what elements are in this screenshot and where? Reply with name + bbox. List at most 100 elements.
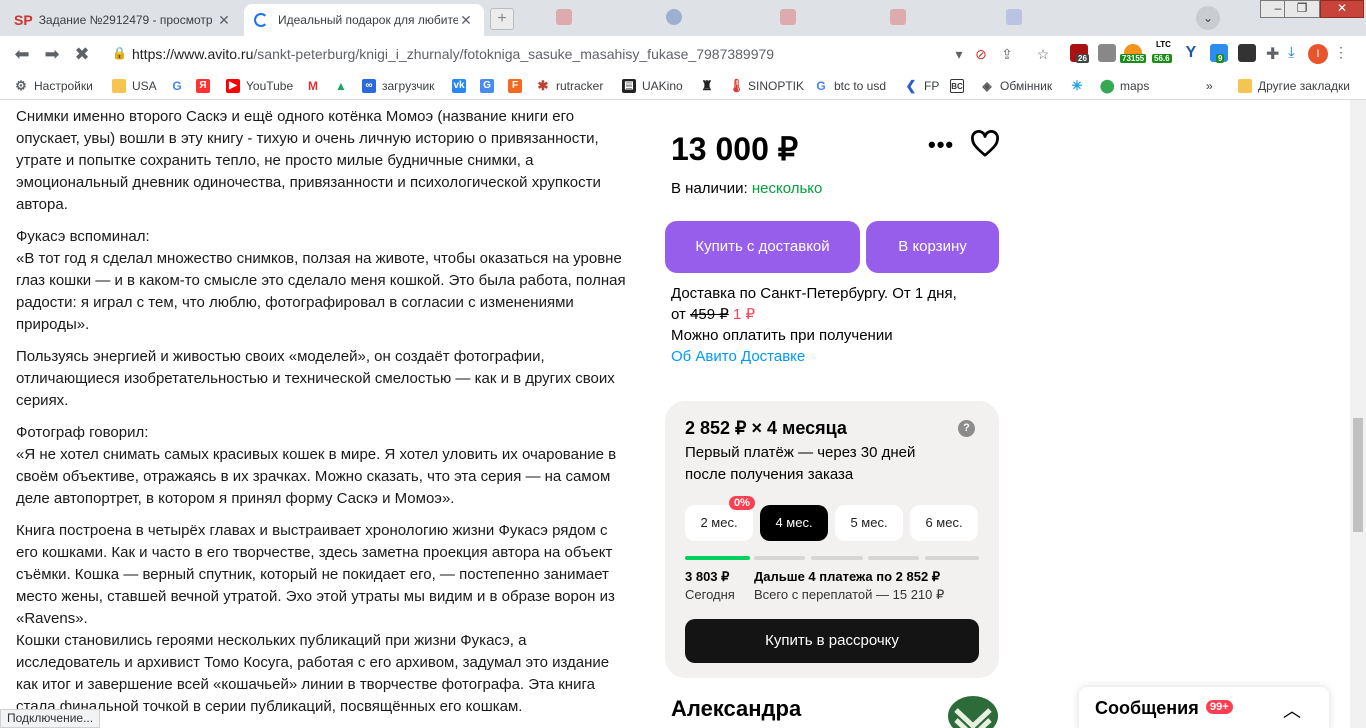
bookmark-gmail[interactable]: M <box>306 78 326 94</box>
tab-strip: SP Задание №2912479 - просмотр за ✕ Идеа… <box>0 0 1366 36</box>
bookmark-uakino[interactable]: ▤ UAKino <box>622 78 683 94</box>
tab-close-icon[interactable]: ✕ <box>216 12 232 29</box>
bookmark-settings[interactable]: ⚙ Настройки <box>14 78 93 94</box>
terminal-icon[interactable] <box>1238 44 1256 62</box>
bookmark-bc[interactable]: BC <box>950 78 970 94</box>
messages-panel[interactable]: Сообщения 99+ ︿ <box>1079 687 1329 728</box>
installment-card: 2 852 ₽ × 4 месяца ? Первый платёж — чер… <box>665 401 999 678</box>
share-icon[interactable]: ⇪ <box>998 46 1016 63</box>
close-window-button[interactable]: ✕ <box>1320 0 1364 18</box>
bookmark-yandex[interactable]: Я <box>196 78 216 94</box>
bookmarks-overflow-button[interactable]: » <box>1206 78 1213 94</box>
maximize-button[interactable]: ❐ <box>1284 0 1320 18</box>
tab-favicon-icon[interactable] <box>1006 9 1022 25</box>
back-button[interactable]: ⬅ <box>10 42 34 66</box>
term-option-4[interactable]: 4 мес. <box>760 505 828 541</box>
bookmark-loader[interactable]: ∞ загрузчик <box>362 78 434 94</box>
bookmark-usa[interactable]: USA <box>112 78 157 94</box>
status-bar: Подключение... <box>0 709 101 728</box>
tab-title: Идеальный подарок для любител <box>278 13 458 27</box>
tab-title: Задание №2912479 - просмотр за <box>38 13 216 27</box>
bookmark-fp[interactable]: ❮ FP <box>904 78 940 94</box>
scrollbar-thumb[interactable] <box>1353 418 1363 532</box>
tab-favicon-icon[interactable] <box>666 9 682 25</box>
bookmark-bottle[interactable]: ♜ <box>700 78 720 94</box>
description-paragraph: Кошки становились героями нескольких пуб… <box>16 632 610 715</box>
download-icon[interactable]: ⤓ <box>1288 44 1306 62</box>
forward-button[interactable]: ➡ <box>40 42 64 66</box>
page-content: Снимки именно второго Саскэ и ещё одного… <box>0 100 1350 728</box>
puzzle-icon[interactable]: ✚ <box>1266 44 1284 63</box>
tab-avito[interactable]: Идеальный подарок для любител ✕ <box>244 4 484 36</box>
address-bar[interactable]: 🔒 https://www.avito.ru/sankt-peterburg/k… <box>100 40 1064 68</box>
today-amount: 3 803 ₽ <box>685 569 730 584</box>
bookmark-translate[interactable]: G <box>480 78 500 94</box>
seller-name[interactable]: Александра <box>671 696 801 722</box>
bookmark-google[interactable]: G <box>170 78 190 94</box>
bookmark-vk[interactable]: vk <box>452 78 472 94</box>
term-option-5[interactable]: 5 мес. <box>835 505 903 541</box>
sp-favicon-icon: SP <box>14 12 33 28</box>
help-icon[interactable]: ? <box>958 420 975 437</box>
bookmark-f[interactable]: F <box>508 78 528 94</box>
more-options-icon[interactable]: ••• <box>928 132 954 158</box>
browser-toolbar: ⬅ ➡ ✖ 🔒 https://www.avito.ru/sankt-peter… <box>0 36 1366 72</box>
bookmark-other[interactable]: Другие закладки <box>1238 78 1350 94</box>
installment-title: 2 852 ₽ × 4 месяца <box>685 418 847 438</box>
installment-subtitle: Первый платёж — через 30 дней после полу… <box>685 444 916 483</box>
litecoin-icon[interactable]: LTC 56.6 <box>1152 40 1172 63</box>
tab-favicon-icon[interactable] <box>780 9 796 25</box>
favorite-heart-icon[interactable] <box>970 130 1000 158</box>
bookmark-youtube[interactable]: ▶ YouTube <box>226 78 293 94</box>
bookmark-exchange[interactable]: ◈ Обмінник <box>980 78 1052 94</box>
chevron-up-icon[interactable]: ︿ <box>1283 697 1301 723</box>
item-description: Снимки именно второго Саскэ и ещё одного… <box>16 106 626 728</box>
add-to-cart-button[interactable]: В корзину <box>866 221 999 273</box>
term-option-2[interactable]: 2 мес. <box>685 505 753 541</box>
bookmark-drive[interactable]: ▲ <box>334 78 354 94</box>
tab-task[interactable]: SP Задание №2912479 - просмотр за ✕ <box>4 4 242 36</box>
bookmark-btc-to-usd[interactable]: Gbtc to usd <box>814 78 886 94</box>
menu-icon[interactable]: ⋮ <box>1334 44 1352 62</box>
folder-icon <box>112 79 126 93</box>
stop-button[interactable]: ✖ <box>70 42 94 66</box>
profile-avatar[interactable]: I <box>1308 44 1328 64</box>
seller-avatar[interactable] <box>948 696 998 728</box>
description-paragraph: Пользуясь энергией и живостью своих «мод… <box>16 348 615 409</box>
dropdown-icon[interactable]: ▾ <box>950 46 968 63</box>
loader-icon: ∞ <box>362 79 376 93</box>
tab-favicon-icon[interactable] <box>890 9 906 25</box>
buy-with-delivery-button[interactable]: Купить с доставкой <box>665 221 860 273</box>
bottle-icon: ♜ <box>701 78 713 93</box>
buy-installment-button[interactable]: Купить в рассрочку <box>685 619 979 663</box>
about-delivery-link[interactable]: Об Авито Доставке <box>671 346 1001 367</box>
messages-title: Сообщения <box>1095 698 1199 718</box>
description-paragraph: Фукасэ вспоминал: «В тот год я сделал мно… <box>16 228 626 333</box>
bookmark-star-icon[interactable]: ☆ <box>1034 46 1052 63</box>
y-extension-icon[interactable]: Y <box>1182 44 1200 62</box>
tab-search-icon[interactable]: ⌄ <box>1196 6 1220 30</box>
url-text[interactable]: https://www.avito.ru/sankt-peterburg/kni… <box>132 46 774 62</box>
bookmark-sinoptik[interactable]: 🌡 SINOPTIK <box>728 78 804 94</box>
tab-close-icon[interactable]: ✕ <box>458 12 474 29</box>
exchange-icon: ◈ <box>982 79 992 93</box>
lock-icon[interactable]: 🔒 <box>112 46 127 60</box>
page-scrollbar[interactable] <box>1350 100 1366 728</box>
bookmark-star[interactable]: ✳ <box>1070 78 1090 94</box>
extension-icon[interactable]: 9 <box>1210 44 1228 63</box>
extension-icon[interactable] <box>1098 44 1116 62</box>
bookmark-maps[interactable]: ⬤ maps <box>1100 78 1149 94</box>
bitcoin-icon[interactable]: 73155 <box>1120 44 1147 63</box>
blocked-icon[interactable]: ⊘ <box>972 46 990 63</box>
bookmark-rutracker[interactable]: ✱ rutracker <box>536 78 604 94</box>
maps-icon: ⬤ <box>1100 78 1115 93</box>
new-tab-button[interactable]: + <box>490 8 514 30</box>
extension-icon[interactable]: 26 <box>1070 44 1089 63</box>
tab-favicon-icon[interactable] <box>556 9 572 25</box>
delivery-info: Доставка по Санкт-Петербургу. От 1 дня, … <box>671 283 1001 367</box>
term-option-6[interactable]: 6 мес. <box>910 505 978 541</box>
next-payments: Дальше 4 платежа по 2 852 ₽ <box>754 569 941 584</box>
google-icon: G <box>172 79 182 93</box>
today-label: Сегодня <box>685 587 735 602</box>
uakino-icon: ▤ <box>622 79 636 93</box>
